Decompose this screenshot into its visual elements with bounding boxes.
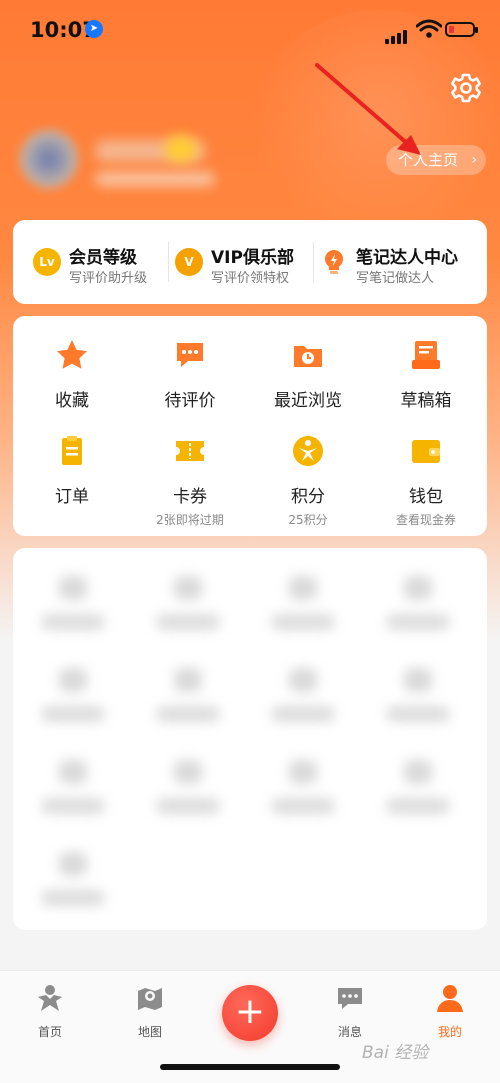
member-level-subtitle: 写评价助升级 (69, 271, 148, 286)
blurred-service-item[interactable] (368, 564, 468, 644)
blurred-service-item[interactable] (368, 656, 468, 736)
blurred-service-item[interactable] (23, 840, 123, 920)
vip-club-title: VIP俱乐部 (211, 248, 294, 268)
tab-label: 地图 (137, 1025, 162, 1039)
blurred-service-item[interactable] (138, 656, 238, 736)
order-icon (62, 436, 82, 465)
tab-messages[interactable]: 消息 (310, 983, 390, 1040)
message-icon (338, 988, 362, 1009)
comment-icon (177, 343, 203, 367)
wifi-icon (416, 19, 442, 38)
grid-item-wallet[interactable]: 钱包 查看现金券 (367, 434, 485, 528)
blurred-service-item[interactable] (23, 564, 123, 644)
grid-item-recent-browse[interactable]: 最近浏览 (249, 338, 367, 411)
vip-badge-icon: V (175, 248, 203, 276)
grid-label: 待评价 (164, 391, 216, 411)
grid-item-points[interactable]: 积分 25积分 (249, 434, 367, 528)
star-icon (57, 340, 87, 369)
tab-label: 首页 (37, 1025, 62, 1039)
grid-label: 收藏 (55, 391, 89, 411)
note-expert-subtitle: 写笔记做达人 (356, 271, 435, 286)
chevron-right-icon: › (471, 152, 477, 168)
bulb-icon (324, 249, 344, 274)
grid-item-orders[interactable]: 订单 (13, 434, 131, 507)
history-folder-icon (294, 346, 322, 367)
grid-label: 最近浏览 (274, 391, 342, 411)
level-badge-blurred (165, 135, 197, 163)
grid-item-favorites[interactable]: 收藏 (13, 338, 131, 411)
grid-label: 订单 (55, 487, 89, 507)
blurred-service-item[interactable] (138, 748, 238, 828)
grid-sublabel: 2张即将过期 (156, 513, 224, 527)
blurred-service-item[interactable] (253, 564, 353, 644)
blurred-service-item[interactable] (253, 656, 353, 736)
wallet-icon (412, 440, 440, 463)
blurred-service-item[interactable] (138, 564, 238, 644)
grid-label: 积分 (291, 487, 325, 507)
tab-mine[interactable]: 我的 (410, 983, 490, 1040)
tab-home[interactable]: 首页 (10, 983, 90, 1040)
home-indicator (160, 1064, 340, 1070)
grid-label: 草稿箱 (400, 391, 452, 411)
avatar[interactable] (20, 130, 78, 188)
profile-icon (437, 985, 463, 1012)
grid-label: 卡券 (173, 487, 207, 507)
level-badge-icon: Lv (33, 248, 61, 276)
blurred-service-item[interactable] (23, 748, 123, 828)
function-grid: 收藏 待评价 最近浏览 草稿箱 订单 卡券 2张即将过期 积分 25积分 钱包 … (13, 316, 487, 536)
member-level-item[interactable]: Lv 会员等级 写评价助升级 (13, 220, 168, 304)
annotation-arrow-icon (315, 63, 421, 155)
location-icon: ➤ (85, 20, 103, 38)
settings-gear-icon[interactable] (450, 72, 482, 104)
grid-item-drafts[interactable]: 草稿箱 (367, 338, 485, 411)
points-icon (293, 436, 323, 466)
grid-item-coupons[interactable]: 卡券 2张即将过期 (131, 434, 249, 528)
map-icon (138, 988, 162, 1010)
add-post-button[interactable]: + (222, 985, 278, 1041)
blurred-service-item[interactable] (368, 748, 468, 828)
status-bar: 10:07 ➤ (0, 0, 500, 60)
tab-map[interactable]: 地图 (110, 983, 190, 1040)
blurred-service-item[interactable] (253, 748, 353, 828)
battery-icon (445, 22, 478, 37)
grid-sublabel: 查看现金券 (395, 513, 456, 527)
home-person-icon (38, 985, 62, 1011)
watermark: Bai 经验 (362, 1043, 429, 1063)
grid-sublabel: 25积分 (288, 513, 328, 527)
membership-card: Lv 会员等级 写评价助升级 V VIP俱乐部 写评价领特权 笔记达人中心 写笔… (13, 220, 487, 304)
vip-club-item[interactable]: V VIP俱乐部 写评价领特权 (169, 220, 324, 304)
member-level-title: 会员等级 (69, 248, 137, 268)
grid-label: 钱包 (409, 487, 443, 507)
note-expert-center-item[interactable]: 笔记达人中心 写笔记做达人 (314, 220, 487, 304)
cellular-signal-icon (385, 25, 409, 44)
draft-box-icon (412, 341, 440, 369)
coupon-icon (176, 441, 204, 461)
vip-club-subtitle: 写评价领特权 (211, 271, 290, 286)
services-grid-blurred (13, 548, 487, 930)
grid-item-pending-review[interactable]: 待评价 (131, 338, 249, 411)
user-info-blurred (95, 172, 215, 186)
note-expert-title: 笔记达人中心 (356, 248, 458, 268)
blurred-service-item[interactable] (23, 656, 123, 736)
